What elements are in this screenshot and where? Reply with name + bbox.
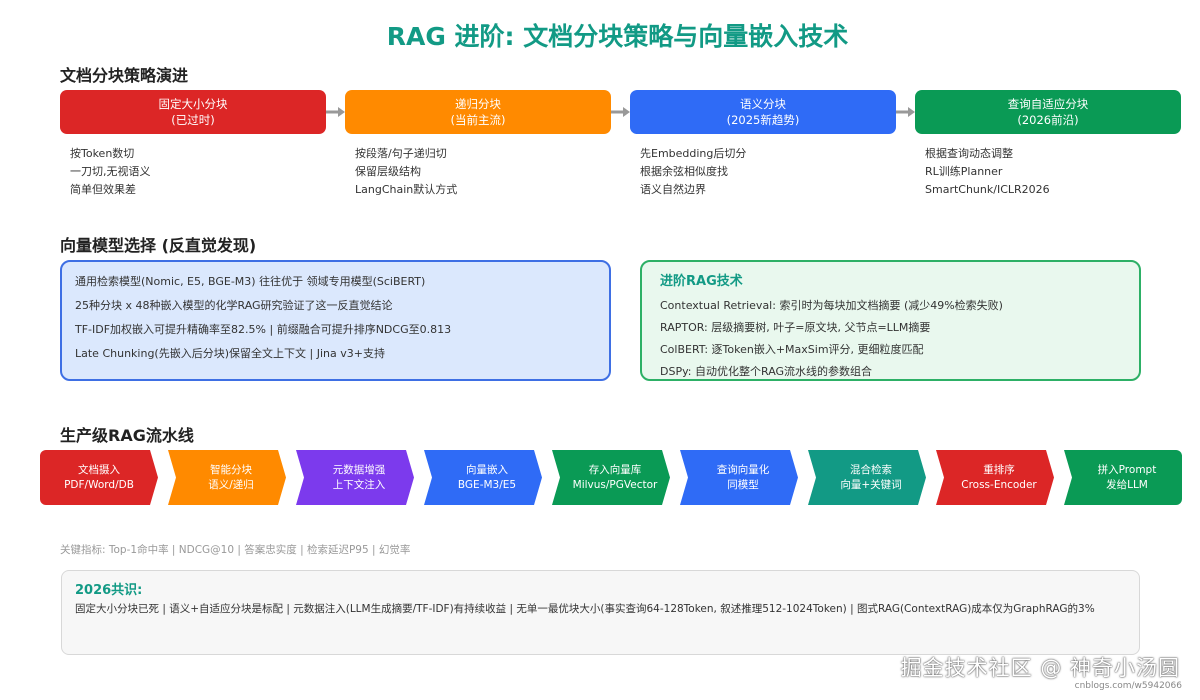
- key-metrics: 关键指标: Top-1命中率 | NDCG@10 | 答案忠实度 | 检索延迟P…: [60, 544, 411, 556]
- stage-notes-fixed: 按Token数切 一刀切,无视语义 简单但效果差: [70, 145, 151, 199]
- technique-line: ColBERT: 逐Token嵌入+MaxSim评分, 更细粒度匹配: [660, 343, 924, 356]
- finding-line: Late Chunking(先嵌入后分块)保留全文上下文 | Jina v3+支…: [75, 347, 385, 360]
- note-item: 根据查询动态调整: [925, 147, 1013, 160]
- step-detail: BGE-M3/E5: [457, 478, 517, 491]
- consensus-text: 固定大小分块已死 | 语义+自适应分块是标配 | 元数据注入(LLM生成摘要/T…: [75, 603, 1095, 615]
- step-title: 重排序: [983, 463, 1015, 476]
- pipeline-step-hybrid-search: 混合检索向量+关键词: [808, 450, 926, 505]
- step-detail: Milvus/PGVector: [572, 478, 658, 491]
- step-title: 存入向量库: [588, 463, 642, 476]
- pipeline-step-metadata: 元数据增强上下文注入: [296, 450, 414, 505]
- stage-semantic: 语义分块 (2025新趋势): [630, 90, 896, 134]
- technique-line: RAPTOR: 层级摘要树, 叶子=原文块, 父节点=LLM摘要: [660, 321, 931, 334]
- note-item: 先Embedding后切分: [640, 147, 747, 160]
- note-item: 语义自然边界: [640, 183, 706, 196]
- section-heading-embedding: 向量模型选择 (反直觉发现): [60, 236, 257, 255]
- stage-name: 递归分块: [455, 97, 501, 111]
- note-item: 按段落/句子递归切: [355, 147, 447, 160]
- step-detail: 上下文注入: [332, 478, 386, 491]
- step-detail: PDF/Word/DB: [64, 478, 134, 491]
- step-title: 混合检索: [850, 463, 892, 476]
- stage-name: 查询自适应分块: [1007, 97, 1089, 111]
- finding-line: 25种分块 x 48种嵌入模型的化学RAG研究验证了这一反直觉结论: [75, 299, 393, 312]
- note-item: 一刀切,无视语义: [70, 165, 151, 178]
- step-detail: 同模型: [727, 478, 759, 491]
- stage-query-adaptive: 查询自适应分块 (2026前沿): [915, 90, 1181, 134]
- stage-sub: (2025新趋势): [726, 113, 800, 127]
- step-title: 向量嵌入: [466, 463, 508, 476]
- step-title: 智能分块: [210, 463, 252, 476]
- pipeline-step-query-embed: 查询向量化 同模型: [680, 450, 798, 505]
- stage-notes-recursive: 按段落/句子递归切 保留层级结构 LangChain默认方式: [355, 145, 457, 199]
- pipeline-step-store: 存入向量库 Milvus/PGVector: [552, 450, 670, 505]
- technique-line: DSPy: 自动优化整个RAG流水线的参数组合: [660, 365, 873, 378]
- pipeline-step-prompt: 拼入Prompt 发给LLM: [1064, 450, 1182, 505]
- step-detail: 发给LLM: [1106, 478, 1148, 491]
- stage-notes-semantic: 先Embedding后切分 根据余弦相似度找 语义自然边界: [640, 145, 746, 199]
- note-item: SmartChunk/ICLR2026: [925, 183, 1050, 196]
- step-detail: 语义/递归: [208, 478, 254, 491]
- step-detail: 向量+关键词: [840, 478, 902, 491]
- arrow-right-icon: [611, 107, 630, 117]
- stage-notes-query-adaptive: 根据查询动态调整 RL训练Planner SmartChunk/ICLR2026: [925, 145, 1050, 199]
- note-item: 保留层级结构: [355, 165, 421, 178]
- watermark: 掘金技术社区 @ 神奇小汤圆: [900, 656, 1180, 680]
- pipeline-step-ingest: 文档摄入 PDF/Word/DB: [40, 450, 158, 505]
- stage-name: 语义分块: [740, 97, 786, 111]
- step-title: 元数据增强: [332, 463, 386, 476]
- advanced-rag-title: 进阶RAG技术: [660, 274, 743, 289]
- step-title: 查询向量化: [716, 463, 770, 476]
- arrow-right-icon: [326, 107, 345, 117]
- stage-fixed-size: 固定大小分块 (已过时): [60, 90, 326, 134]
- page-title: RAG 进阶: 文档分块策略与向量嵌入技术: [386, 22, 849, 51]
- pipeline-step-embed: 向量嵌入 BGE-M3/E5: [424, 450, 542, 505]
- section-heading-pipeline: 生产级RAG流水线: [60, 426, 194, 445]
- step-title: 文档摄入: [78, 463, 120, 476]
- stage-sub: (2026前沿): [1017, 113, 1079, 127]
- stage-sub: (已过时): [171, 113, 215, 127]
- step-detail: Cross-Encoder: [961, 478, 1037, 491]
- stage-sub: (当前主流): [450, 113, 506, 127]
- watermark-url: cnblogs.com/w5942066: [1074, 681, 1182, 691]
- finding-line: 通用检索模型(Nomic, E5, BGE-M3) 往往优于 领域专用模型(Sc…: [75, 275, 426, 288]
- note-item: 按Token数切: [70, 147, 135, 160]
- section-heading-chunking: 文档分块策略演进: [60, 66, 189, 85]
- arrow-right-icon: [896, 107, 915, 117]
- stage-recursive: 递归分块 (当前主流): [345, 90, 611, 134]
- note-item: RL训练Planner: [925, 165, 1003, 178]
- technique-line: Contextual Retrieval: 索引时为每块加文档摘要 (减少49%…: [660, 299, 1003, 312]
- consensus-title: 2026共识:: [75, 583, 143, 598]
- step-title: 拼入Prompt: [1097, 463, 1157, 476]
- pipeline-step-chunk: 智能分块语义/递归: [168, 450, 286, 505]
- stage-name: 固定大小分块: [158, 97, 228, 111]
- note-item: 简单但效果差: [70, 183, 136, 196]
- note-item: 根据余弦相似度找: [640, 165, 728, 178]
- finding-line: TF-IDF加权嵌入可提升精确率至82.5% | 前缀融合可提升排序NDCG至0…: [75, 323, 452, 336]
- pipeline-step-rerank: 重排序 Cross-Encoder: [936, 450, 1054, 505]
- note-item: LangChain默认方式: [355, 183, 458, 196]
